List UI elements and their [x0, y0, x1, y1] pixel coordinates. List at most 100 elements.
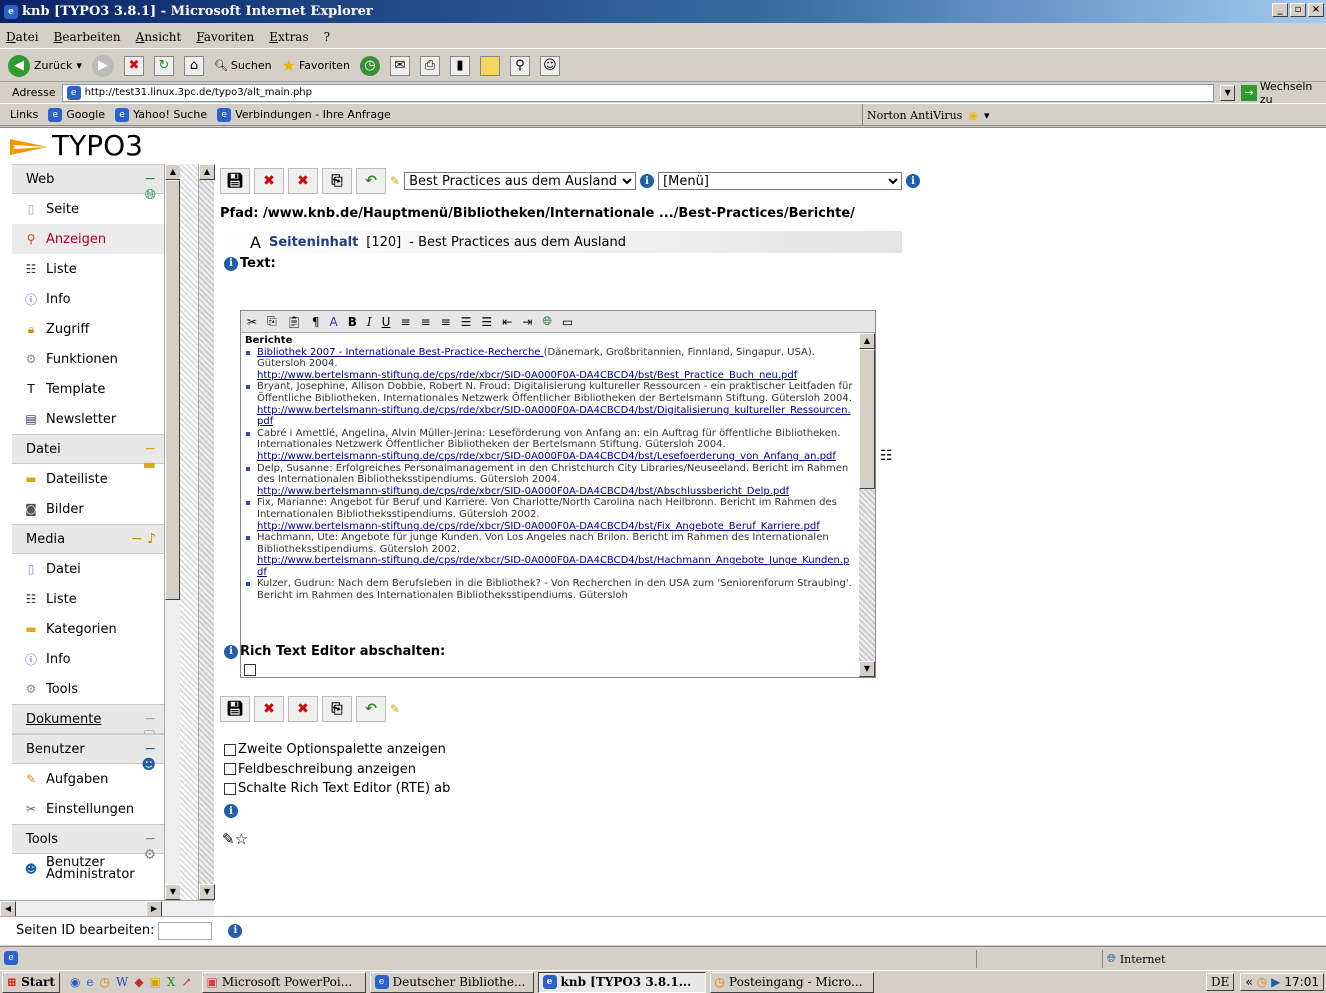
- module-newsletter[interactable]: ▤ Newsletter: [12, 404, 164, 434]
- link-google[interactable]: e Google: [48, 107, 105, 122]
- module-kategorien[interactable]: ▬ Kategorien: [12, 614, 164, 644]
- page-id-input[interactable]: [158, 921, 213, 940]
- paste-icon[interactable]: 📋︎: [287, 315, 302, 329]
- outdent-icon[interactable]: ⇤: [502, 315, 512, 329]
- info-icon[interactable]: i: [906, 174, 921, 188]
- module-liste[interactable]: ☷ Liste: [12, 254, 164, 284]
- view-button[interactable]: ⎘: [322, 696, 352, 722]
- norton-antivirus-button[interactable]: Norton AntiVirus ◉ ▾: [862, 104, 990, 126]
- menu-extras[interactable]: Extras: [269, 30, 308, 44]
- quicklaunch-icon[interactable]: X: [167, 975, 176, 989]
- quicklaunch-icon[interactable]: ◉: [70, 975, 80, 989]
- page-select[interactable]: Best Practices aus dem Ausland: [404, 172, 637, 190]
- info-icon[interactable]: i: [224, 256, 238, 271]
- scroll-down-button[interactable]: ▼: [165, 884, 181, 900]
- start-button[interactable]: ⊞ Start: [2, 971, 60, 993]
- save-close-button[interactable]: ✖: [254, 168, 284, 194]
- print-icon[interactable]: ⎙: [419, 55, 440, 76]
- module-funktionen[interactable]: ⚙ Funktionen: [12, 344, 164, 374]
- wizard-icon[interactable]: ☷: [880, 448, 893, 464]
- info-icon[interactable]: i: [640, 174, 655, 188]
- text-style-icon[interactable]: A: [330, 315, 338, 329]
- paragraph-icon[interactable]: ¶: [312, 315, 320, 329]
- scroll-thumb[interactable]: [165, 180, 180, 600]
- module-dateiliste[interactable]: ▬ Dateiliste: [12, 464, 164, 494]
- module-group-media[interactable]: Media − ♪: [12, 524, 164, 554]
- menu-help[interactable]: ?: [324, 30, 330, 44]
- menu-select[interactable]: [Menü]: [658, 172, 903, 190]
- align-left-icon[interactable]: ≡: [400, 315, 410, 329]
- menu-datei[interactable]: Datei: [6, 30, 39, 44]
- quicklaunch-icon[interactable]: W: [116, 975, 128, 989]
- scroll-up-button[interactable]: ▲: [165, 164, 181, 180]
- scroll-left-button[interactable]: ◀: [0, 901, 16, 917]
- module-zugriff[interactable]: 🔒︎ Zugriff: [12, 314, 164, 344]
- window-title-bar[interactable]: e knb [TYPO3 3.8.1] - Microsoft Internet…: [0, 0, 1326, 23]
- view-button[interactable]: ⎘: [322, 168, 352, 194]
- pencil-icon[interactable]: ✎: [390, 174, 400, 188]
- messenger-icon[interactable]: ☺: [539, 55, 560, 76]
- save-close-button[interactable]: ✖: [254, 696, 284, 722]
- module-bilder[interactable]: ◙ Bilder: [12, 494, 164, 524]
- checkbox[interactable]: [224, 763, 236, 776]
- rte-item-url[interactable]: http://www.bertelsmann-stiftung.de/cps/r…: [257, 405, 851, 428]
- align-right-icon[interactable]: ≡: [441, 315, 451, 329]
- rte-item-url[interactable]: http://www.bertelsmann-stiftung.de/cps/r…: [257, 555, 849, 578]
- clipboard-icon[interactable]: ✎☆: [222, 830, 248, 848]
- maximize-button[interactable]: ▫: [1290, 3, 1306, 17]
- module-benutzer-administrator[interactable]: ☻ Benutzer Administrator: [12, 854, 164, 884]
- option-field-description[interactable]: Feldbeschreibung anzeigen: [224, 760, 450, 780]
- quicklaunch-icon[interactable]: ◆: [134, 975, 143, 989]
- folder-icon[interactable]: − ▬: [130, 441, 156, 473]
- rte-scrollbar[interactable]: ▲ ▼: [859, 333, 875, 677]
- search-button[interactable]: 🔍︎ Suchen: [214, 59, 272, 72]
- module-seite[interactable]: ▯ Seite: [12, 194, 164, 224]
- link-verbindungen[interactable]: e Verbindungen - Ihre Anfrage: [217, 107, 391, 122]
- quicklaunch-icon[interactable]: e: [86, 975, 93, 989]
- module-info[interactable]: ⓘ Info: [12, 644, 164, 674]
- back-button[interactable]: ◀ Zurück ▾: [8, 54, 82, 77]
- quicklaunch-icon[interactable]: ↗: [181, 975, 191, 989]
- page-tree-frame[interactable]: [180, 164, 198, 900]
- italic-icon[interactable]: I: [367, 315, 372, 329]
- refresh-icon[interactable]: ↻: [153, 55, 174, 76]
- menu-favoriten[interactable]: Favoriten: [196, 30, 254, 44]
- module-group-datei[interactable]: Datei − ▬: [12, 434, 164, 473]
- cut-icon[interactable]: ✂: [247, 315, 257, 329]
- language-indicator[interactable]: DE: [1205, 973, 1235, 991]
- module-einstellungen[interactable]: ✂ Einstellungen: [12, 794, 164, 824]
- task-powerpoint[interactable]: ▣ Microsoft PowerPoi...: [201, 971, 366, 993]
- tray-expand-icon[interactable]: «: [1245, 975, 1252, 989]
- info-icon[interactable]: i: [228, 923, 243, 938]
- folder-icon[interactable]: [479, 55, 500, 76]
- module-anzeigen[interactable]: ⚲ Anzeigen: [12, 224, 164, 254]
- info-icon[interactable]: i: [224, 644, 238, 659]
- go-button[interactable]: → Wechseln zu: [1241, 80, 1326, 106]
- save-button[interactable]: 💾︎: [220, 696, 250, 722]
- favorites-button[interactable]: ★ Favoriten: [282, 56, 350, 75]
- scroll-up-button[interactable]: ▲: [199, 164, 215, 180]
- module-tools[interactable]: ⚙ Tools: [12, 674, 164, 704]
- rte-off-checkbox[interactable]: [244, 664, 256, 676]
- scroll-down-button[interactable]: ▼: [859, 661, 875, 677]
- save-button[interactable]: 💾︎: [220, 168, 250, 194]
- checkbox[interactable]: [224, 782, 236, 795]
- unordered-list-icon[interactable]: ☰: [481, 315, 492, 329]
- rte-item-url[interactable]: http://www.bertelsmann-stiftung.de/cps/r…: [257, 486, 789, 497]
- close-button[interactable]: ✖: [288, 168, 318, 194]
- quicklaunch-icon[interactable]: ▣: [150, 975, 161, 989]
- rte-item-url[interactable]: http://www.bertelsmann-stiftung.de/cps/r…: [257, 370, 797, 381]
- address-input[interactable]: e http://test31.linux.3pc.de/typo3/alt_m…: [61, 83, 1214, 102]
- close-button[interactable]: ×: [1308, 3, 1324, 17]
- link-icon[interactable]: 🌐︎: [542, 314, 552, 329]
- info-icon[interactable]: i: [224, 804, 238, 819]
- module-liste[interactable]: ☷ Liste: [12, 584, 164, 614]
- minimize-button[interactable]: _: [1272, 3, 1288, 17]
- task-ie-bibliothek[interactable]: e Deutscher Bibliothe...: [369, 971, 534, 993]
- module-group-tools[interactable]: Tools − ⚙: [12, 824, 164, 863]
- address-dropdown-button[interactable]: ▼: [1219, 84, 1236, 101]
- gear-icon[interactable]: − ⚙: [130, 831, 156, 863]
- tray-outlook-icon[interactable]: ◷: [1257, 975, 1267, 989]
- menu-ansicht[interactable]: Ansicht: [136, 30, 182, 44]
- module-group-web[interactable]: Web − 🌐︎: [12, 164, 164, 203]
